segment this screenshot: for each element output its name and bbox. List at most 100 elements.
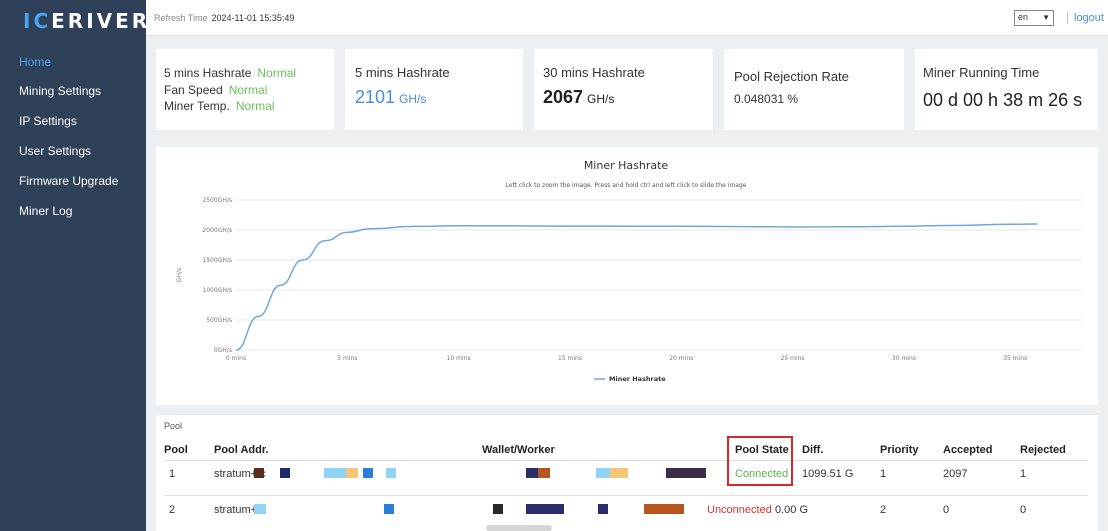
row1-priority: 1 [880, 468, 887, 480]
redacted-block [526, 468, 538, 478]
redacted-block [666, 468, 706, 478]
hashrate-5min-value: 2101 GH/s [355, 87, 426, 108]
row1-accepted: 2097 [943, 468, 968, 480]
rejection-rate-value: 0.048031 % [734, 92, 799, 106]
divider [1067, 12, 1068, 24]
redacted-block [644, 504, 684, 514]
temp-status-value: Normal [235, 99, 275, 113]
sidebar-item-mining-settings[interactable]: Mining Settings [19, 84, 101, 98]
sidebar-item-ip-settings[interactable]: IP Settings [19, 114, 77, 128]
running-time-value: 00 d 00 h 38 m 26 s [923, 90, 1083, 110]
pool-state-highlight-box [727, 436, 793, 486]
temp-status-row: Miner Temp. Normal [164, 99, 274, 113]
language-select[interactable]: en ▼ [1014, 10, 1054, 26]
running-time-card: Miner Running Time 00 d 00 h 38 m 26 s [915, 49, 1098, 130]
y-tick-label: 1000GH/s [202, 287, 232, 294]
x-tick-label: 30 mins [892, 355, 916, 362]
hashrate-30min-card: 30 mins Hashrate 2067 GH/s [534, 49, 713, 130]
fan-status-value: Normal [228, 83, 268, 97]
running-time-title: Miner Running Time [923, 65, 1040, 80]
row2-priority: 2 [880, 504, 887, 516]
header-divider [164, 460, 1088, 461]
row1-pool: 1 [169, 468, 176, 480]
fan-status-row: Fan Speed Normal [164, 83, 267, 97]
chart-title: Miner Hashrate [584, 159, 669, 172]
hashrate-chart[interactable]: Miner Hashrate Left click to zoom the im… [156, 147, 1098, 405]
header-diff: Diff. [802, 444, 824, 456]
redacted-block [346, 468, 358, 478]
x-tick-label: 0 mins [226, 355, 246, 362]
header-pool: Pool [164, 444, 188, 456]
redacted-block [363, 468, 373, 478]
redacted-block [254, 504, 266, 514]
redacted-block [254, 468, 264, 478]
redacted-block [280, 468, 290, 478]
hashrate-chart-svg[interactable]: Miner Hashrate Left click to zoom the im… [156, 147, 1098, 405]
sidebar-item-user-settings[interactable]: User Settings [19, 144, 91, 158]
temp-status-label: Miner Temp. [164, 99, 230, 113]
status-card: 5 mins Hashrate Normal Fan Speed Normal Mi… [156, 49, 334, 130]
hashrate-5min-unit: GH/s [399, 92, 427, 106]
row2-accepted: 0 [943, 504, 950, 516]
fan-status-label: Fan Speed [164, 83, 223, 97]
y-tick-label: 2000GH/s [202, 227, 232, 234]
x-tick-label: 10 mins [447, 355, 471, 362]
redacted-block [384, 504, 394, 514]
row2-pool: 2 [169, 504, 176, 516]
x-tick-label: 15 mins [558, 355, 582, 362]
hashrate-5min-title: 5 mins Hashrate [355, 65, 450, 80]
redacted-block [526, 504, 564, 514]
header-rejected: Rejected [1020, 444, 1066, 456]
hashrate-5min-card: 5 mins Hashrate 2101 GH/s [345, 49, 523, 130]
x-tick-label: 20 mins [669, 355, 693, 362]
legend-label[interactable]: Miner Hashrate [609, 375, 666, 383]
hashrate-status-label: 5 mins Hashrate [164, 66, 252, 80]
redacted-block [538, 468, 550, 478]
header-priority: Priority [880, 444, 919, 456]
hashrate-series-line[interactable] [235, 223, 1038, 351]
redacted-block [324, 468, 346, 478]
horizontal-scrollbar[interactable] [486, 525, 552, 531]
sidebar-item-home[interactable]: Home [19, 55, 51, 69]
logout-link[interactable]: logout [1074, 12, 1104, 24]
redacted-block [598, 504, 608, 514]
header-wallet-worker: Wallet/Worker [482, 444, 555, 456]
rejection-rate-title: Pool Rejection Rate [734, 69, 849, 84]
hashrate-5min-number: 2101 [355, 87, 396, 107]
redacted-block [596, 468, 610, 478]
y-tick-label: 0GH/s [214, 347, 232, 354]
x-tick-label: 5 mins [337, 355, 357, 362]
sidebar: ICERIVER Home Mining Settings IP Setting… [0, 0, 147, 531]
pool-section-label: Pool [164, 421, 183, 431]
pool-table-card: Pool Pool Pool Addr. Wallet/Worker Pool … [156, 415, 1098, 531]
redacted-block [610, 468, 628, 478]
y-tick-label: 1500GH/s [202, 257, 232, 264]
redacted-block [386, 468, 396, 478]
redacted-block [493, 504, 503, 514]
y-tick-label: 500GH/s [206, 317, 232, 324]
hashrate-status-value: Normal [257, 66, 297, 80]
hashrate-30min-title: 30 mins Hashrate [543, 65, 645, 80]
row2-diff: 0.00 G [775, 504, 809, 516]
row2-pool-state: Unconnected [707, 504, 772, 516]
language-select-value: en [1018, 12, 1029, 22]
row-divider [164, 495, 1088, 496]
top-bar: Refresh Time 2024-11-01 15:35:49 en ▼ log… [146, 0, 1108, 36]
chart-y-axis-label: GH/s [176, 268, 183, 282]
header-accepted: Accepted [943, 444, 993, 456]
sidebar-item-miner-log[interactable]: Miner Log [19, 204, 72, 218]
row2-rejected: 0 [1020, 504, 1027, 516]
hashrate-status-row: 5 mins Hashrate Normal [164, 66, 296, 80]
hashrate-30min-value: 2067 GH/s [543, 87, 614, 108]
hashrate-30min-unit: GH/s [587, 92, 615, 106]
header-pool-addr: Pool Addr. [214, 444, 269, 456]
sidebar-item-firmware-upgrade[interactable]: Firmware Upgrade [19, 174, 118, 188]
rejection-rate-card: Pool Rejection Rate 0.048031 % [724, 49, 904, 130]
chart-subtitle: Left click to zoom the image. Press and … [506, 182, 747, 189]
y-tick-label: 2500GH/s [202, 197, 232, 204]
brand-logo: ICERIVER [23, 9, 151, 33]
row1-rejected: 1 [1020, 468, 1027, 480]
hashrate-30min-number: 2067 [543, 87, 584, 107]
x-tick-label: 25 mins [781, 355, 805, 362]
refresh-time: Refresh Time 2024-11-01 15:35:49 [154, 13, 294, 23]
